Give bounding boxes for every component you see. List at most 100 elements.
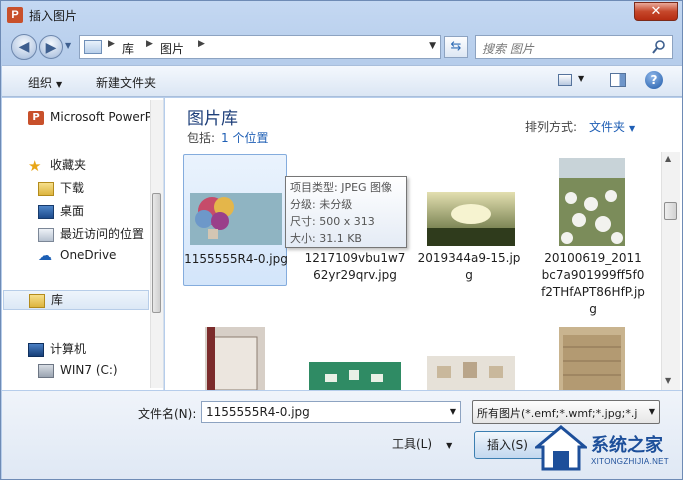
tools-label: 工具(L): [392, 437, 433, 451]
filename-value: 1155555R4-0.jpg: [206, 405, 310, 419]
library-folder-icon: [84, 40, 102, 54]
window-title: 插入图片: [29, 9, 78, 23]
arrange-by-value: 文件夹: [589, 120, 626, 134]
includes-locations-link[interactable]: 1 个位置: [221, 131, 268, 145]
nav-item-favorites[interactable]: ★ 收藏夹: [28, 156, 86, 176]
organize-menu-button[interactable]: 组织 ▼: [28, 74, 62, 91]
nav-item-label: 最近访问的位置: [60, 227, 145, 241]
nav-item-powerpoint[interactable]: P Microsoft PowerP: [28, 110, 152, 130]
navigation-bar: ◀ ▶ ▼ ▶ 库 ▶ 图片 ▶ ▼ ⇆ 搜索 图片: [1, 31, 682, 63]
filename-label: 文件名(N):: [138, 407, 197, 421]
file-thumbnail: [205, 327, 265, 390]
nav-item-label: Microsoft PowerP: [50, 110, 152, 124]
breadcrumb-chevron-icon[interactable]: ▶: [198, 39, 205, 49]
address-dropdown-icon[interactable]: ▼: [429, 41, 436, 51]
onedrive-icon: ☁: [38, 247, 52, 264]
file-name: 1155555R4-0.jpg: [184, 252, 288, 266]
watermark-text: 系统之家: [591, 435, 663, 456]
help-icon[interactable]: ?: [645, 71, 663, 89]
new-folder-button[interactable]: 新建文件夹: [96, 74, 156, 91]
file-list-scroll-thumb[interactable]: [664, 202, 677, 220]
file-thumbnail: [559, 158, 625, 246]
filename-dropdown-icon[interactable]: ▼: [450, 407, 456, 416]
file-name: 20100619_2011bc7a901999ff5f0f2THfAPT86Hf…: [541, 251, 645, 316]
scroll-up-icon[interactable]: ▲: [665, 154, 671, 163]
scroll-down-icon[interactable]: ▼: [665, 376, 671, 385]
file-thumbnail: [427, 192, 515, 246]
nav-item-label: 库: [51, 293, 64, 307]
nav-item-label: 桌面: [60, 204, 85, 218]
powerpoint-app-icon: P: [7, 7, 23, 23]
recent-places-icon: [38, 227, 54, 242]
powerpoint-icon: P: [28, 110, 44, 125]
tooltip-dimensions: 尺寸: 500 x 313: [290, 215, 375, 228]
nav-item-downloads[interactable]: 下载: [38, 179, 84, 199]
preview-pane-icon[interactable]: [610, 73, 626, 87]
drive-icon: [38, 363, 54, 378]
tooltip-size: 大小: 31.1 KB: [290, 232, 362, 245]
nav-item-desktop[interactable]: 桌面: [38, 202, 84, 222]
tooltip-rating: 分级: 未分级: [290, 198, 353, 211]
nav-item-label: WIN7 (C:): [60, 363, 118, 377]
download-folder-icon: [38, 181, 54, 196]
tools-menu-button[interactable]: 工具(L) ▼: [392, 435, 452, 452]
library-includes: 包括: 1 个位置: [187, 129, 269, 146]
breadcrumb-chevron-icon[interactable]: ▶: [146, 39, 153, 49]
breadcrumb-library[interactable]: 库: [122, 40, 134, 57]
refresh-button[interactable]: ⇆: [444, 36, 468, 58]
desktop-icon: [38, 204, 54, 219]
nav-item-onedrive[interactable]: ☁ OneDrive: [38, 248, 116, 268]
filename-input[interactable]: 1155555R4-0.jpg ▼: [201, 401, 461, 423]
view-dropdown-icon[interactable]: ▼: [578, 74, 584, 83]
forward-button[interactable]: ▶: [39, 35, 63, 59]
nav-item-libraries[interactable]: 库: [3, 290, 149, 310]
file-thumbnail: [309, 362, 401, 390]
nav-item-drive-c[interactable]: WIN7 (C:): [38, 363, 118, 383]
command-toolbar: 组织 ▼ 新建文件夹 ▼ ?: [2, 65, 682, 97]
nav-item-label: OneDrive: [60, 248, 117, 262]
includes-label: 包括:: [187, 131, 216, 145]
history-dropdown-icon[interactable]: ▼: [65, 41, 75, 51]
nav-pane-scroll-thumb[interactable]: [152, 193, 161, 313]
nav-item-label: 下载: [60, 181, 85, 195]
change-view-icon[interactable]: [558, 74, 572, 86]
search-box[interactable]: 搜索 图片: [475, 35, 673, 59]
watermark-url: XITONGZHIJIA.NET: [591, 457, 669, 466]
library-title: 图片库: [187, 109, 238, 129]
arrow-right-icon: ▶: [45, 40, 57, 56]
arrange-by-label: 排列方式:: [525, 120, 578, 134]
arrange-by-dropdown[interactable]: 文件夹 ▼: [589, 118, 635, 135]
breadcrumb-pictures[interactable]: 图片: [160, 40, 184, 57]
file-type-dropdown-icon[interactable]: ▼: [649, 407, 655, 416]
search-icon[interactable]: [651, 39, 667, 55]
file-thumbnail: [559, 327, 625, 390]
arrow-left-icon: ◀: [18, 39, 30, 55]
organize-label: 组织: [28, 76, 53, 90]
nav-item-computer[interactable]: 计算机: [28, 340, 86, 360]
file-tile[interactable]: [417, 324, 521, 390]
file-tile[interactable]: 1155555R4-0.jpg: [183, 154, 288, 286]
nav-item-label: 收藏夹: [50, 158, 87, 172]
file-tile[interactable]: 20100619_2011bc7a901999ff5f0f2THfAPT86Hf…: [541, 154, 645, 316]
nav-item-label: 计算机: [50, 342, 87, 356]
title-bar: P 插入图片 ✕: [1, 1, 682, 29]
breadcrumb-chevron-icon[interactable]: ▶: [108, 39, 115, 49]
caret-down-icon: ▼: [446, 441, 453, 450]
tooltip-type: 项目类型: JPEG 图像: [290, 181, 393, 194]
file-thumbnail: [427, 356, 515, 390]
computer-icon: [28, 342, 44, 357]
watermark-logo: 系统之家 XITONGZHIJIA.NET: [521, 417, 681, 479]
navigation-pane: P Microsoft PowerP ★ 收藏夹 下载 桌面 最近访问的位置 ☁ On…: [2, 98, 164, 390]
address-bar[interactable]: ▶ 库 ▶ 图片 ▶ ▼: [79, 35, 441, 59]
file-tile[interactable]: [183, 324, 287, 390]
file-tile[interactable]: 2019344a9-15.jpg: [417, 154, 521, 286]
file-tile[interactable]: [303, 324, 407, 390]
close-button[interactable]: ✕: [634, 2, 678, 21]
file-tile[interactable]: [541, 324, 645, 390]
caret-down-icon: ▼: [56, 80, 63, 89]
file-list-scrollbar[interactable]: [661, 152, 680, 390]
nav-item-recent-places[interactable]: 最近访问的位置: [38, 225, 144, 245]
file-thumbnail: [190, 193, 282, 245]
refresh-icon: ⇆: [450, 39, 462, 54]
back-button[interactable]: ◀: [11, 34, 37, 60]
